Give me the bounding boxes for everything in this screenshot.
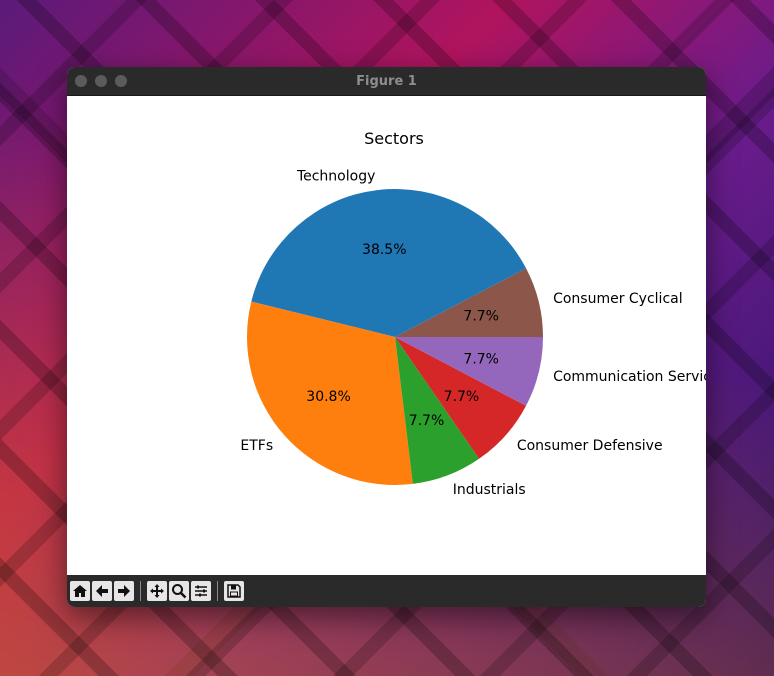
navigation-toolbar xyxy=(67,575,706,607)
percent-label-technology: 38.5% xyxy=(362,242,406,258)
zoom-icon[interactable] xyxy=(169,581,189,601)
figure-window: Figure 1 Sectors Consumer Cyclical 7.7% Te… xyxy=(67,67,706,607)
window-title: Figure 1 xyxy=(356,73,417,89)
configure-icon[interactable] xyxy=(191,581,211,601)
pie-chart: Sectors Consumer Cyclical 7.7% Technology 3… xyxy=(240,129,706,498)
home-icon[interactable] xyxy=(70,581,90,601)
window-controls xyxy=(75,75,127,87)
category-label-consumer-cyclical: Consumer Cyclical xyxy=(553,291,683,307)
title-bar[interactable]: Figure 1 xyxy=(67,67,706,96)
percent-label-etfs: 30.8% xyxy=(306,389,350,405)
category-label-communication-services: Communication Services xyxy=(553,369,706,385)
category-label-consumer-defensive: Consumer Defensive xyxy=(517,438,663,454)
save-icon[interactable] xyxy=(224,581,244,601)
minimize-button[interactable] xyxy=(95,75,107,87)
category-label-etfs: ETFs xyxy=(240,438,273,454)
chart-title: Sectors xyxy=(364,129,424,148)
pan-icon[interactable] xyxy=(147,581,167,601)
forward-icon[interactable] xyxy=(114,581,134,601)
percent-label-consumer-cyclical: 7.7% xyxy=(463,309,499,325)
figure-canvas: Sectors Consumer Cyclical 7.7% Technology 3… xyxy=(67,96,706,575)
toolbar-separator xyxy=(140,581,141,601)
percent-label-communication-services: 7.7% xyxy=(463,351,499,367)
maximize-button[interactable] xyxy=(115,75,127,87)
close-button[interactable] xyxy=(75,75,87,87)
back-icon[interactable] xyxy=(92,581,112,601)
toolbar-separator xyxy=(217,581,218,601)
percent-label-industrials: 7.7% xyxy=(409,413,445,429)
percent-label-consumer-defensive: 7.7% xyxy=(444,389,480,405)
category-label-technology: Technology xyxy=(296,168,375,184)
category-label-industrials: Industrials xyxy=(453,482,526,498)
